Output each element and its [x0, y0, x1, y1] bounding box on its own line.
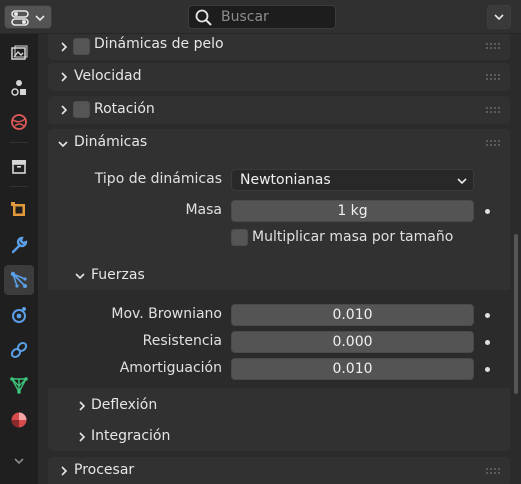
chevron-down-icon	[35, 15, 45, 22]
tab-separator	[10, 186, 28, 187]
data-tab[interactable]	[4, 370, 34, 400]
multiply-mass-checkbox[interactable]	[231, 229, 248, 246]
forces-title: Fuerzas	[91, 267, 145, 283]
object-tab[interactable]	[4, 195, 34, 225]
deflection-title: Deflexión	[91, 397, 158, 413]
mass-label-wrap: Masa	[48, 202, 222, 222]
output-icon	[11, 45, 28, 60]
brownian-label-wrap: Mov. Browniano	[48, 306, 222, 326]
object-icon	[11, 202, 25, 216]
drag-field[interactable]: 0.000	[231, 331, 474, 353]
world-icon	[11, 114, 27, 130]
keyframe-dot-icon[interactable]	[485, 313, 490, 318]
drag-grip-icon[interactable]	[486, 467, 500, 475]
material-icon	[11, 412, 27, 428]
constraints-tab[interactable]	[4, 335, 34, 365]
chevron-right-icon	[79, 432, 86, 442]
view-layer-icon	[11, 80, 26, 96]
dynamics-type-select[interactable]: Newtonianas	[231, 169, 474, 191]
panel-title: Velocidad	[74, 68, 142, 84]
deflection-subpanel-header[interactable]: Deflexión	[48, 391, 510, 421]
dynamics-type-label-wrap: Tipo de dinámicas	[48, 171, 222, 191]
mass-label: Masa	[185, 202, 222, 218]
particles-icon	[10, 271, 27, 288]
drag-grip-icon[interactable]	[486, 139, 500, 147]
panel-title: Dinámicas de pelo	[94, 36, 224, 52]
panel-velocity[interactable]: Velocidad	[48, 63, 510, 91]
collection-icon	[12, 160, 26, 174]
chevron-down-icon	[494, 14, 504, 21]
forces-body: Mov. Browniano 0.010 Resistencia 0.000 A…	[48, 290, 510, 388]
output-tab[interactable]	[4, 39, 34, 69]
material-tab[interactable]	[4, 405, 34, 435]
panel-title: Dinámicas	[74, 134, 148, 150]
chevron-right-icon	[61, 72, 68, 82]
chevron-right-icon	[61, 105, 68, 115]
properties-header	[0, 0, 521, 34]
view-layer-tab[interactable]	[4, 73, 34, 103]
brownian-field[interactable]: 0.010	[231, 304, 474, 326]
chevron-right-icon	[61, 466, 68, 476]
chevron-down-icon	[14, 458, 24, 465]
more-tabs-button[interactable]	[4, 446, 34, 476]
mesh-data-icon	[10, 377, 28, 394]
brownian-label: Mov. Browniano	[111, 306, 222, 322]
panel-render[interactable]: Procesar	[48, 457, 510, 484]
search-icon	[195, 9, 212, 26]
scene-tab[interactable]	[4, 107, 34, 137]
integration-subpanel-header[interactable]: Integración	[48, 422, 510, 452]
dynamics-type-value: Newtonianas	[240, 172, 331, 188]
forces-subpanel-header[interactable]: Fuerzas	[48, 260, 510, 290]
editor-type-button[interactable]	[4, 5, 52, 29]
keyframe-dot-icon[interactable]	[485, 340, 490, 345]
chevron-down-icon	[75, 273, 85, 280]
chevron-right-icon	[61, 42, 68, 52]
constraints-icon	[10, 342, 28, 358]
particles-tab[interactable]	[4, 265, 34, 295]
chevron-down-icon	[58, 141, 68, 148]
chevron-down-icon	[457, 178, 467, 185]
search-field[interactable]	[188, 5, 336, 29]
collection-tab[interactable]	[4, 151, 34, 181]
scrollbar[interactable]	[514, 234, 518, 394]
search-input[interactable]	[221, 8, 331, 26]
panel-hair-dynamics[interactable]: Dinámicas de pelo	[48, 34, 510, 60]
chevron-right-icon	[79, 401, 86, 411]
properties-editor-icon	[11, 10, 29, 26]
damp-label-wrap: Amortiguación	[48, 360, 222, 380]
dynamics-type-label: Tipo de dinámicas	[94, 171, 222, 187]
options-dropdown-button[interactable]	[487, 5, 511, 29]
multiply-mass-label: Multiplicar masa por tamaño	[252, 229, 454, 245]
physics-tab[interactable]	[4, 300, 34, 330]
damp-label: Amortiguación	[119, 360, 222, 376]
tab-separator	[10, 142, 28, 143]
keyframe-dot-icon[interactable]	[485, 367, 490, 372]
dynamics-header[interactable]: Dinámicas	[48, 129, 510, 157]
physics-icon	[12, 307, 26, 323]
keyframe-dot-icon[interactable]	[485, 209, 490, 214]
modifiers-tab[interactable]	[4, 230, 34, 260]
rotation-checkbox[interactable]	[73, 101, 90, 118]
drag-label: Resistencia	[142, 333, 222, 349]
properties-main: Dinámicas de pelo Velocidad Rotación Din…	[38, 34, 521, 484]
mass-field[interactable]: 1 kg	[231, 200, 474, 222]
drag-grip-icon[interactable]	[486, 42, 500, 50]
integration-title: Integración	[91, 428, 171, 444]
panel-title: Rotación	[94, 101, 155, 117]
properties-tab-bar	[0, 34, 38, 484]
panel-title: Procesar	[74, 462, 135, 478]
drag-grip-icon[interactable]	[486, 106, 500, 114]
damp-field[interactable]: 0.010	[231, 358, 474, 380]
panel-dynamics: Dinámicas Tipo de dinámicas Newtonianas …	[48, 129, 510, 451]
drag-grip-icon[interactable]	[486, 73, 500, 81]
hair-dynamics-checkbox[interactable]	[73, 38, 90, 55]
drag-label-wrap: Resistencia	[48, 333, 222, 353]
panel-rotation[interactable]: Rotación	[48, 96, 510, 124]
wrench-icon	[11, 236, 28, 254]
